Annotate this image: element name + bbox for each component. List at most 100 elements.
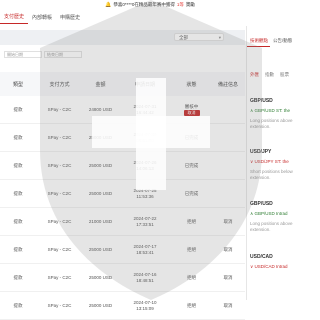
right-tabs: 技術觀點 公告/動態 [247,38,301,47]
col-type: 類型 [0,72,36,96]
row-date: 2024-07-30 08:51:00 [118,123,172,152]
tab-technical-view[interactable]: 技術觀點 [247,38,270,47]
row-amount: 25000 USD [83,235,118,264]
news-desc-line2: extension. [250,175,271,180]
news-headline: ∧ GBP/USD ST: the [250,108,300,114]
row-note: 取消 [211,263,245,292]
news-headline-text: GBP/USD Intrad [254,211,288,216]
row-date-day: 2024-07-10 [133,299,157,305]
tab-announcements[interactable]: 公告/動態 [270,38,294,47]
status-text: 已完成 [184,134,199,140]
row-method: SPay - C2C [36,123,83,152]
start-date-input[interactable]: 開始日期 [4,51,42,58]
search-input[interactable]: 全部 ▾ [174,33,224,41]
subtab-index[interactable]: 指數 [262,72,277,78]
table-row: 提款 SPay - C2C 25000 USD 2024-07-17 18:53:41 拒… [0,235,245,264]
row-amount: 25000 USD [83,263,118,292]
row-date-time: 14:06:13 [136,165,154,171]
end-date-input[interactable]: 結束日期 [44,51,82,58]
news-item[interactable]: USD/JPY ∨ USD/JPY ST: the Short positions … [250,149,300,181]
row-date-day: 2024-07-31 [133,103,157,109]
row-date-time: 18:48:51 [136,277,154,283]
tab-payment-history[interactable]: 支付歷史 [0,13,29,24]
tab-subscription-history[interactable]: 申購歷史 [56,14,84,24]
status-text: 拒絕 [187,302,196,308]
col-date: 申請日期 [118,72,172,96]
news-desc-line2: extension. [250,227,271,232]
search-value: 全部 [179,35,188,40]
row-status: 審核中 取消 [172,96,211,124]
row-date-day: 2024-07-30 [133,131,157,137]
news-symbol: GBP/USD [250,98,273,104]
row-amount: 25000 USD [83,151,118,180]
news-description: Long positions above extension. [250,118,300,130]
row-note: 取消 [211,207,245,236]
status-text: 審核中 [184,103,199,109]
row-status: 拒絕 [172,263,211,292]
row-note: 取消 [211,235,245,264]
row-type: 提款 [0,123,36,152]
col-amount: 金額 [83,72,118,96]
row-method: SPay - C2C [36,235,83,264]
news-headline: ∧ GBP/USD Intrad [250,211,300,217]
row-method: SPay - C2C [36,151,83,180]
row-date-time: 13:15:09 [136,305,154,311]
row-date: 2024-07-16 18:48:51 [118,263,172,292]
news-description: Short positions below extension. [250,169,300,181]
news-symbol: USD/CAD [250,254,273,260]
row-date: 2024-07-22 17:33:51 [118,207,172,236]
news-symbol: USD/JPY [250,149,272,155]
row-date-time: 18:53:41 [136,249,154,255]
news-item[interactable]: GBP/USD ∧ GBP/USD Intrad Long positions ab… [250,201,300,233]
row-note [211,179,245,208]
history-tabs: 支付歷史 內部轉帳 申購歷史 [0,11,245,24]
row-note: 取消 [211,291,245,320]
row-date-day: 2024-07-25 [133,187,157,193]
col-method: 支付方式 [36,72,83,96]
cancel-button[interactable]: 取消 [183,109,200,116]
row-type: 提款 [0,179,36,208]
row-date-day: 2024-07-17 [133,243,157,249]
row-note [211,123,245,152]
status-text: 拒絕 [187,274,196,280]
row-status: 已完成 [172,123,211,152]
row-type: 提款 [0,235,36,264]
tab-internal-transfer[interactable]: 內部轉帳 [28,14,56,24]
row-type: 提款 [0,207,36,236]
row-method: SPay - C2C [36,179,83,208]
row-type: 提款 [0,96,36,124]
row-amount: 21000 USD [83,207,118,236]
main-panel: 全部 ▾ 開始日期 結束日期 類型 支付方式 金額 申請日期 狀態 備註信息 提… [0,26,245,320]
subtab-forex[interactable]: 外匯 [247,72,262,78]
row-status: 拒絕 [172,291,211,320]
row-date-day: 2024-07-16 [133,271,157,277]
row-date-day: 2024-07-22 [133,215,157,221]
banner-highlight: 1等 [176,1,184,7]
row-method: SPay - C2C [36,263,83,292]
row-method: SPay - C2C [36,96,83,124]
filter-row: 開始日期 結束日期 [0,49,245,59]
news-headline: ∨ USD/JPY ST: the [250,159,300,165]
news-desc-line1: Short positions below [250,169,293,174]
row-status: 已完成 [172,179,211,208]
row-type: 提款 [0,291,36,320]
news-desc-line2: extension. [250,124,271,129]
withdrawal-table: 類型 支付方式 金額 申請日期 狀態 備註信息 提款 SPay - C2C 2480… [0,72,245,320]
news-desc-line1: Long positions above [250,221,293,226]
row-amount: 25000 USD [83,123,118,152]
row-date: 2024-07-31 16:44:42 [118,96,172,124]
subtab-stocks[interactable]: 股票 [277,72,292,78]
table-row: 提款 SPay - C2C 25000 USD 2024-07-16 18:48:51 拒… [0,263,245,292]
row-date-time: 16:44:42 [136,109,154,115]
row-note [211,96,245,124]
news-headline: ∨ USD/CAD Intrad [250,264,300,270]
news-item[interactable]: GBP/USD ∧ GBP/USD ST: the Long positions a… [250,98,300,130]
row-method: SPay - C2C [36,207,83,236]
table-row: 提款 SPay - C2C 21000 USD 2024-07-22 17:33:51 拒… [0,207,245,236]
news-item[interactable]: USD/CAD ∨ USD/CAD Intrad [250,254,300,270]
row-date-time: 11:53:36 [136,193,154,199]
row-date-day: 2024-07-26 [133,159,157,165]
status-text: 拒絕 [187,246,196,252]
row-date: 2024-07-25 11:53:36 [118,179,172,208]
news-description: Long positions above extension. [250,221,300,233]
